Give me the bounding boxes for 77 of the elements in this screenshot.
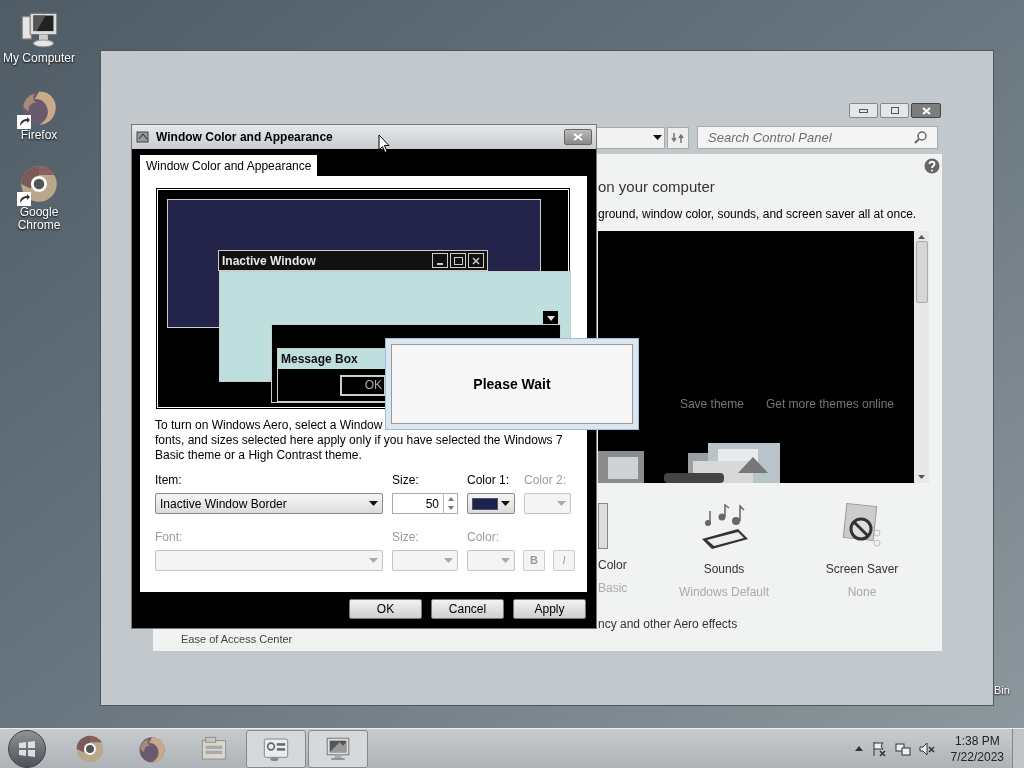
field-label: Color 1: — [467, 472, 511, 486]
field-label: Size: — [392, 529, 420, 543]
cursor-icon — [378, 134, 390, 154]
ease-of-access-link[interactable]: Ease of Access Center — [181, 631, 293, 648]
show-hidden-icons-icon[interactable] — [854, 746, 863, 751]
dropdown-arrow-icon — [653, 135, 662, 140]
theme-link[interactable]: Get more themes online — [765, 395, 894, 413]
minimize-icon — [432, 253, 448, 268]
dropdown-arrow-icon — [501, 558, 510, 563]
close-button[interactable] — [564, 129, 592, 145]
setting-name[interactable]: Screen Saver — [825, 560, 899, 578]
desktop-icon-label[interactable]: Firefox — [1, 129, 77, 142]
scrollbar-thumb[interactable] — [915, 241, 928, 303]
windows-logo-icon — [18, 739, 36, 758]
app-icon — [136, 130, 150, 144]
setting-value: Basic — [598, 580, 628, 597]
speaker-muted-icon[interactable] — [918, 740, 935, 757]
maximize-icon — [450, 253, 466, 268]
dropdown-arrow-icon — [557, 501, 566, 506]
aero-description: To turn on Windows Aero, select a Window fonts, and sizes selected here apply only if you have selected the Windows 7 Basic theme or a High Contrast theme. — [155, 418, 564, 463]
scroll-down-icon[interactable] — [918, 475, 925, 479]
scrollbar[interactable] — [914, 231, 929, 483]
show-desktop-button[interactable] — [1012, 728, 1024, 768]
setting-name[interactable]: Color — [598, 556, 627, 574]
dialog-button[interactable]: Apply — [513, 599, 586, 619]
shortcut-arrow-icon — [17, 192, 31, 206]
refresh-button[interactable] — [667, 126, 689, 149]
minimize-button[interactable] — [849, 103, 878, 118]
maximize-button[interactable] — [880, 103, 909, 118]
shortcut-arrow-icon — [17, 115, 31, 129]
start-button[interactable] — [8, 729, 46, 768]
theme-link[interactable]: Save theme — [679, 395, 744, 413]
desktop-icon-label[interactable]: My Computer — [1, 52, 77, 65]
search-field[interactable]: Search Control Panel — [697, 126, 938, 149]
field-label: Color: — [467, 529, 500, 543]
page-description: ground, window color, sounds, and screen saver all at once. — [598, 206, 918, 223]
field-label: Font: — [155, 529, 184, 543]
dropdown-arrow-icon — [369, 558, 378, 563]
aero-link[interactable]: ncy and other Aero effects — [598, 615, 929, 633]
field-label: Size: — [392, 472, 420, 486]
dropdown-arrow-icon — [444, 558, 453, 563]
refresh-icon — [671, 131, 685, 144]
help-icon — [924, 158, 940, 174]
setting-name[interactable]: Sounds — [703, 560, 745, 578]
close-icon — [921, 106, 931, 115]
dialog-button[interactable]: OK — [349, 599, 422, 619]
dropdown-arrow-icon — [501, 501, 510, 506]
field-label: Item: — [155, 472, 183, 486]
taskbar-button[interactable] — [246, 729, 306, 768]
taskbar-button[interactable] — [308, 729, 368, 768]
size-spinner[interactable]: 50 — [392, 493, 458, 514]
clock[interactable]: 1:38 PM 7/22/2023 — [950, 732, 1004, 765]
chrome-icon — [75, 733, 105, 764]
setting-value: None — [847, 584, 877, 601]
network-icon[interactable] — [894, 740, 911, 757]
close-icon — [468, 253, 484, 268]
desktop-icon-label[interactable]: Google Chrome — [1, 206, 77, 232]
sample-ok-label: OK — [340, 375, 386, 396]
page-heading: on your computer — [598, 178, 716, 196]
scroll-up-icon[interactable] — [918, 235, 925, 239]
setting-value: Windows Default — [678, 584, 769, 601]
inactive-window-title-bar: Inactive Window — [218, 250, 488, 271]
close-button[interactable] — [911, 103, 941, 118]
window-title: Window Color and Appearance — [156, 129, 333, 146]
dropdown-field[interactable]: Inactive Window Border — [155, 493, 383, 514]
please-wait-text: Please Wait — [473, 374, 551, 394]
window-color-icon — [598, 503, 608, 549]
dropdown-arrow-icon — [369, 501, 378, 506]
close-icon — [573, 133, 583, 141]
computer-icon — [19, 10, 59, 50]
search-icon — [914, 131, 927, 144]
flag-icon[interactable] — [870, 740, 887, 757]
field-label: Color 2: — [524, 472, 568, 486]
chrome-icon — [19, 164, 59, 204]
dropdown-field[interactable] — [467, 493, 515, 514]
dialog-button[interactable]: Cancel — [431, 599, 504, 619]
tab[interactable]: Window Color and Appearance — [140, 155, 318, 176]
